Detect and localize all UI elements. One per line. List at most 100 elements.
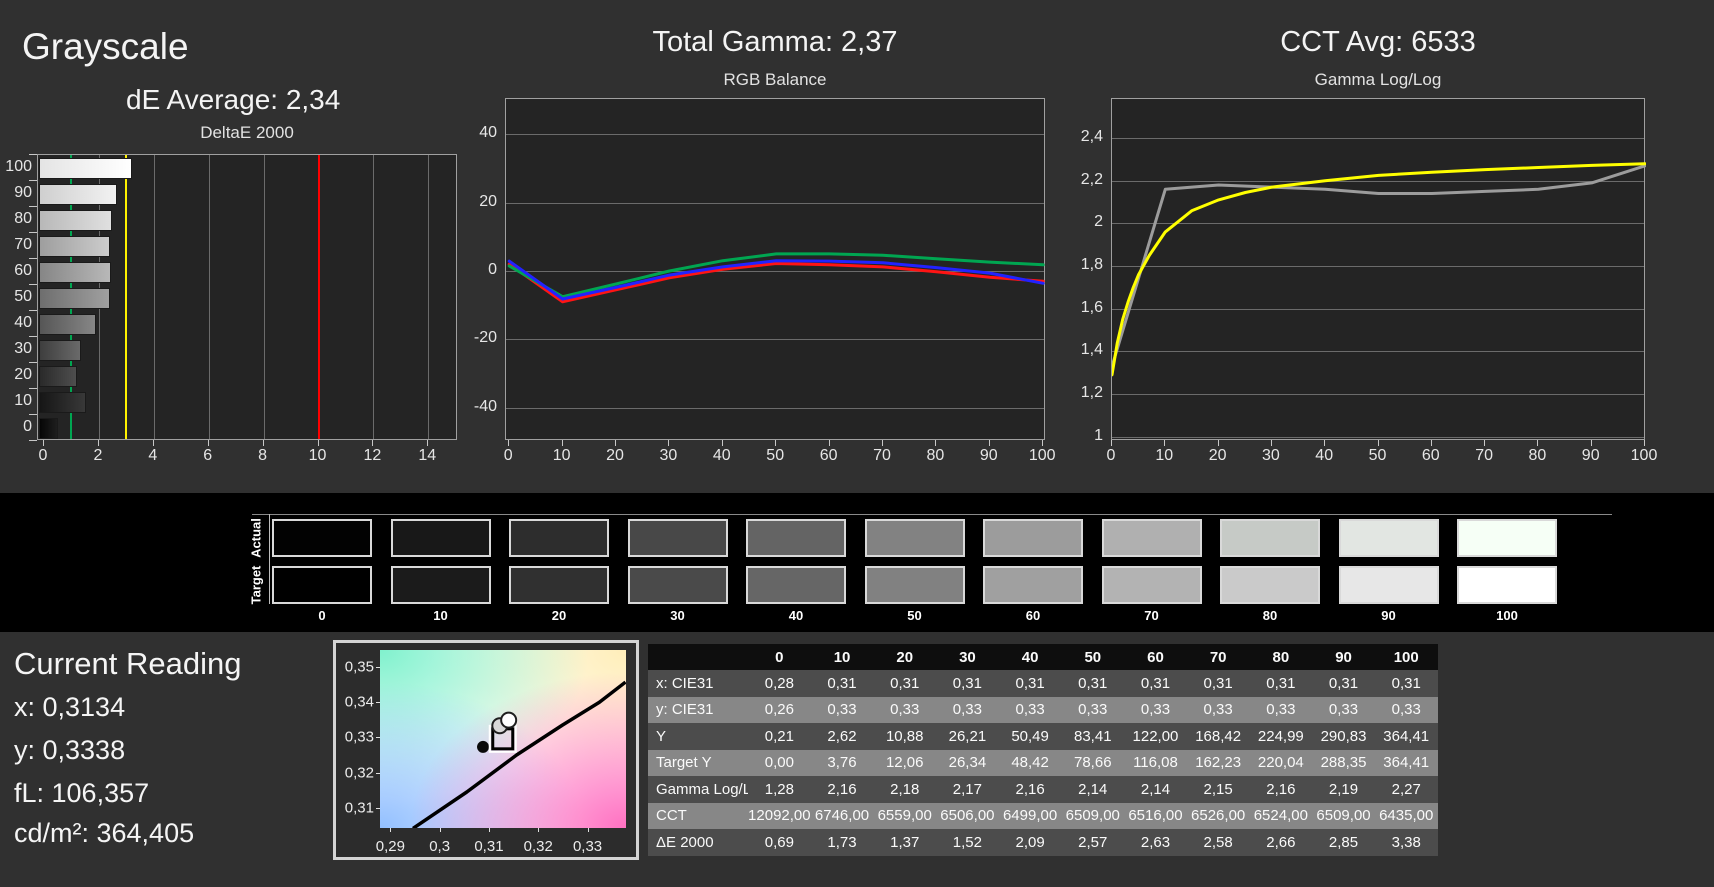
table-header-cell: 10 [833,648,851,666]
table-cell: 0,31 [952,674,982,692]
swatch-target-100 [1457,566,1557,604]
x-tick-label: 10 [1155,447,1174,464]
x-tick [1484,440,1486,446]
deltae-row-label: 20 [14,366,32,383]
x-tick [828,440,830,446]
reference-dot-marker [477,740,490,753]
line-series [1112,162,1646,377]
table-cell: 2,14 [1078,780,1108,798]
daylight-locus-curve [412,680,626,828]
cie-x-tick [439,828,441,832]
deltae-row-label: 50 [14,288,32,305]
table-cell: 2,66 [1266,833,1296,851]
table-cell: 1,37 [890,833,920,851]
table-cell: 26,21 [948,727,987,745]
deltae-bar [39,365,77,387]
swatch-level-label: 70 [1144,608,1159,623]
table-cell: 0,31 [890,674,920,692]
deltae-bar [39,313,97,335]
swatch-target-40 [746,566,846,604]
x-tick-label: 40 [712,447,731,464]
deltae-row-label: 70 [14,236,32,253]
deltae-bar [39,235,110,257]
y-tick-label: 0 [488,261,497,278]
y-tick-label: 1,4 [1080,341,1103,359]
cie-y-tick [376,807,380,809]
y-tick-label: 1,8 [1080,256,1103,274]
cie-y-tick [376,737,380,739]
table-cell: 6526,00 [1191,807,1246,825]
swatch-target-90 [1338,566,1439,604]
deltae-y-tick [29,336,37,337]
table-cell: 0,33 [952,701,982,719]
x-tick-label: 40 [1315,447,1334,464]
deltae-reference-line-warning [125,155,128,439]
x-tick [668,440,670,446]
table-cell: 288,35 [1320,754,1367,772]
deltae-y-tick [29,180,37,181]
table-header-cell: 70 [1209,648,1227,666]
table-cell: 6435,00 [1379,807,1434,825]
table-row-label: y: CIE31 [656,701,714,719]
swatch-actual-0 [272,519,372,557]
table-cell: 0,33 [1391,701,1421,719]
cie-y-tick [376,666,380,668]
x-tick [1217,440,1219,446]
y-tick-label: 40 [479,124,497,142]
table-cell: 364,41 [1383,754,1430,772]
table-cell: 12092,00 [748,807,811,825]
deltae-y-tick [29,206,37,207]
swatch-level-label: 40 [788,608,804,623]
table-cell: 0,31 [1328,674,1359,692]
table-cell: 6746,00 [814,807,870,825]
table-cell: 2,17 [952,780,982,798]
measurement-table: 0 10 20 30 40 50 60 70 80 90 100 x: CIE31 0,28 0,31 0,… [648,644,1438,856]
y-tick-label: -20 [473,329,497,347]
table-cell: 10,88 [885,727,924,745]
deltae-x-tick-label: 4 [148,447,158,464]
table-cell: 2,15 [1203,780,1233,798]
swatch-row-label-target: Target [248,565,264,605]
table-header-cell: 90 [1335,648,1352,666]
table-cell: 2,63 [1140,833,1171,851]
cie-x-tick [390,828,392,832]
x-tick [1430,440,1432,446]
x-tick-label: 70 [1475,447,1493,464]
table-cell: 0,21 [764,727,794,745]
x-tick [775,440,777,446]
table-row: ΔE 2000 0,69 1,73 1,37 1,52 2,09 2,57 2,63 2,58 2… [648,829,1438,856]
table-header-cell: 50 [1084,648,1102,666]
deltae-x-tick [207,440,209,446]
table-cell: 0,31 [827,674,857,692]
x-tick [1111,440,1112,446]
swatch-actual-30 [627,519,728,557]
de-average-value: dE Average: 2,34 [126,84,341,115]
table-cell: 116,08 [1133,754,1178,772]
y-tick-label: -40 [473,397,497,415]
current-reading-y: y: 0,3338 [14,735,126,765]
deltae-x-tick [427,440,429,446]
table-header-cell: 80 [1272,648,1290,666]
cie-y-tick [376,702,380,704]
deltae-x-tick [262,440,264,446]
deltae-x-tick [372,440,374,446]
current-reading-cdm2: cd/m²: 364,405 [14,818,195,848]
x-tick-label: 30 [659,447,678,464]
swatch-axis-left-line [269,514,270,604]
table-cell: 0,33 [1266,701,1296,719]
cie-y-tick [376,772,380,774]
table-cell: 220,04 [1257,754,1304,772]
deltae-chart-title: DeltaE 2000 [200,123,294,142]
table-cell: 122,00 [1132,727,1179,745]
table-cell: 2,16 [1015,780,1045,798]
blue-line [507,259,1045,301]
table-cell: 6509,00 [1065,807,1120,825]
table-cell: 2,57 [1078,833,1108,851]
current-reading-title: Current Reading [14,646,242,681]
deltae-row-label: 10 [14,392,32,409]
cct-avg-value: CCT Avg: 6533 [1280,26,1476,58]
grayscale-swatch-band: Actual Target 0 10 20 30 40 50 60 70 80 90 100 [0,493,1714,632]
x-tick-label: 60 [819,447,838,464]
swatch-target-10 [390,566,491,604]
swatch-level-label: 80 [1262,608,1278,623]
